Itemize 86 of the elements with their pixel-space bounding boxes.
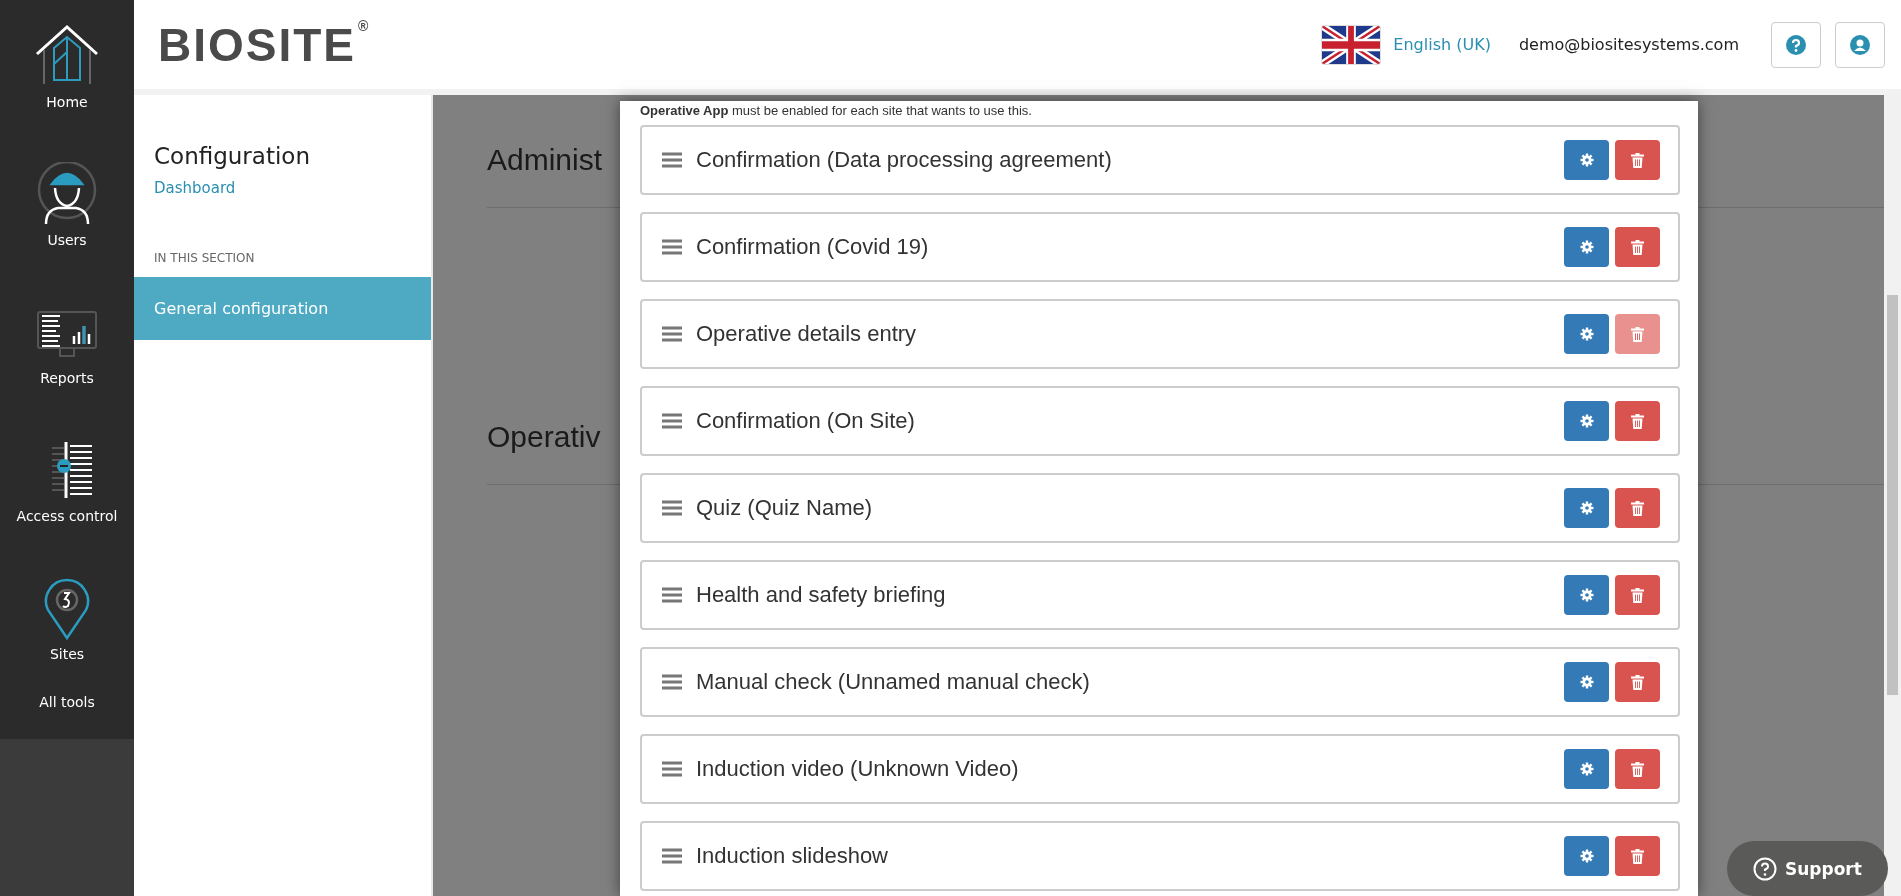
step-label: Operative details entry [696,321,918,347]
trash-icon [1631,326,1644,342]
step-row[interactable]: Health and safety briefing [640,560,1680,630]
uk-flag-icon[interactable] [1321,24,1382,65]
delete-button[interactable] [1615,836,1660,876]
help-icon [1786,34,1806,55]
delete-button[interactable] [1615,401,1660,441]
delete-button[interactable] [1615,749,1660,789]
sidebar-title: Configuration [154,143,310,169]
gear-icon [1579,327,1594,341]
gear-icon [1579,762,1594,776]
step-row[interactable]: Confirmation (Data processing agreement) [640,125,1680,195]
delete-button[interactable] [1615,575,1660,615]
trash-icon [1631,500,1644,516]
delete-button[interactable] [1615,488,1660,528]
drag-handle-icon[interactable] [662,500,682,516]
all-tools-link[interactable]: All tools [0,694,134,710]
trash-icon [1631,674,1644,690]
step-label: Health and safety briefing [696,582,947,608]
delete-button[interactable] [1615,140,1660,180]
nav-item-label[interactable]: Sites [49,646,85,662]
step-label: Manual check (Unnamed manual check) [696,669,1091,695]
step-label: Quiz (Quiz Name) [696,495,874,521]
drag-handle-icon[interactable] [662,239,682,255]
dashboard-link[interactable]: Dashboard [154,179,236,197]
step-row[interactable]: Induction slideshow [640,821,1680,891]
gear-icon [1579,588,1594,602]
trash-icon [1631,848,1644,864]
user-email: demo@biositesystems.com [1518,35,1739,54]
settings-button[interactable] [1564,836,1609,876]
step-label: Confirmation (Data processing agreement) [696,147,1113,173]
step-row[interactable]: Operative details entry [640,299,1680,369]
nav-item-label[interactable]: Users [47,232,87,248]
section-heading: Operativ [487,420,601,454]
biosite-logo[interactable]: BIOSITE [158,17,357,72]
trash-icon [1631,587,1644,603]
step-label: Induction video (Unknown Video) [696,756,1020,782]
step-label: Induction slideshow [696,843,889,869]
note-text: Operative App must be enabled for each site that wants to use this. [640,103,1032,118]
settings-button[interactable] [1564,401,1609,441]
gear-icon [1579,153,1594,167]
drag-handle-icon[interactable] [662,674,682,690]
drag-handle-icon[interactable] [662,413,682,429]
step-row[interactable]: Quiz (Quiz Name) [640,473,1680,543]
trash-icon [1631,413,1644,429]
drag-handle-icon[interactable] [662,587,682,603]
trash-icon [1631,761,1644,777]
settings-button[interactable] [1564,488,1609,528]
settings-button[interactable] [1564,227,1609,267]
help-button[interactable] [1771,21,1821,68]
settings-button[interactable] [1564,314,1609,354]
delete-button[interactable] [1615,662,1660,702]
drag-handle-icon[interactable] [662,761,682,777]
gear-icon [1579,849,1594,863]
delete-button[interactable] [1615,227,1660,267]
step-row[interactable]: Confirmation (On Site) [640,386,1680,456]
trash-icon [1631,152,1644,168]
section-heading: Administ [487,143,603,177]
step-row[interactable]: Manual check (Unnamed manual check) [640,647,1680,717]
settings-button[interactable] [1564,749,1609,789]
nav-item-label[interactable]: Home [46,94,88,110]
gear-icon [1579,240,1594,254]
nav-item-label[interactable]: Access control [16,508,118,524]
drag-handle-icon[interactable] [662,848,682,864]
support-button[interactable]: Support [1727,841,1888,896]
step-label: Confirmation (Covid 19) [696,234,930,260]
scrollbar[interactable] [1884,95,1901,896]
drag-handle-icon[interactable] [662,326,682,342]
gear-icon [1579,414,1594,428]
settings-button[interactable] [1564,662,1609,702]
section-label: IN THIS SECTION [154,251,255,265]
help-icon [1753,856,1777,881]
step-label: Confirmation (On Site) [696,408,916,434]
settings-button[interactable] [1564,575,1609,615]
gear-icon [1579,675,1594,689]
step-row[interactable]: Confirmation (Covid 19) [640,212,1680,282]
settings-button[interactable] [1564,140,1609,180]
registered-mark: ® [358,17,369,34]
drag-handle-icon[interactable] [662,152,682,168]
step-row[interactable]: Induction video (Unknown Video) [640,734,1680,804]
nav-item-label[interactable]: Reports [40,370,94,386]
user-icon [1850,34,1870,55]
gear-icon [1579,501,1594,515]
trash-icon [1631,239,1644,255]
language-link[interactable]: English (UK) [1393,35,1491,54]
account-button[interactable] [1835,21,1885,68]
